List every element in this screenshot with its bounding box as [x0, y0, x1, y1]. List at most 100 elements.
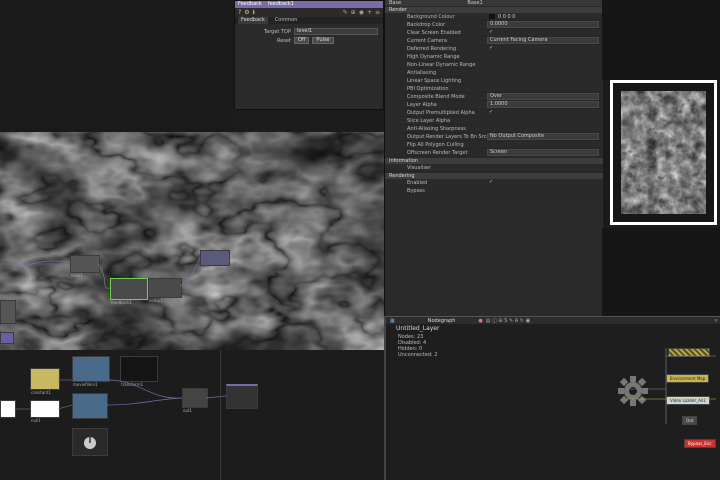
- parameter-name: Enabled: [407, 179, 428, 186]
- parameter-value[interactable]: [487, 70, 599, 75]
- parameter-value[interactable]: 0 0 0 0: [487, 14, 599, 20]
- parameter-name: PBI Optimization: [407, 85, 449, 92]
- parameter-row: High Dynamic Range: [385, 53, 603, 61]
- layer-title: Untitled_Layer: [396, 325, 440, 332]
- tab-nodegraph[interactable]: Nodegraph: [428, 318, 456, 324]
- parameter-value[interactable]: [487, 126, 599, 131]
- graph-stats: Nodes: 23 Disabled: 4 Hidden: 0 Unconnec…: [398, 334, 437, 358]
- parameter-value[interactable]: ✓: [487, 110, 599, 115]
- parameter-name: Offscreen Render Target: [407, 149, 468, 156]
- help-icon[interactable]: ?: [238, 9, 241, 16]
- pencil-icon[interactable]: ✎: [343, 9, 348, 16]
- parameter-name: Current Camera: [407, 37, 447, 44]
- parameter-value[interactable]: 1.0000: [487, 101, 599, 108]
- dialog-title-bar[interactable]: Feedback feedback1: [235, 1, 383, 8]
- render-parameters-panel: Base Base1 Render Background Colour 0 0 0 …: [384, 0, 603, 316]
- parameter-name: Deferred Rendering: [407, 45, 457, 52]
- tab-feedback[interactable]: Feedback: [238, 17, 268, 24]
- reset-label: Reset: [277, 37, 291, 44]
- expand-icon[interactable]: ⊕: [351, 9, 356, 16]
- parameter-name: Composite Blend Mode: [407, 93, 465, 100]
- parameter-row: PBI Optimization: [385, 85, 603, 93]
- parameter-name: Visualiser: [407, 164, 432, 171]
- parameter-row: Flip All Polygon Culling: [385, 141, 603, 149]
- parameter-row: Composite Blend Mode Over: [385, 93, 603, 101]
- parameter-value[interactable]: Screen: [487, 149, 599, 156]
- parameter-value[interactable]: [487, 188, 599, 193]
- parameter-row: Non-Linear Dynamic Range: [385, 61, 603, 69]
- parameter-name: Slice Layer Alpha: [407, 117, 451, 124]
- op-name-label: feedback1: [267, 1, 294, 7]
- add-icon[interactable]: +: [367, 9, 372, 16]
- color-swatch[interactable]: [489, 14, 495, 19]
- eye-icon[interactable]: ◉: [359, 9, 364, 16]
- parameter-value[interactable]: ✓: [487, 30, 599, 35]
- parameter-name: Background Colour: [407, 13, 455, 20]
- record-icon[interactable]: ●: [478, 318, 482, 324]
- tab-common[interactable]: Common: [272, 17, 301, 24]
- thumbnail-image: [613, 83, 714, 222]
- graph-icon[interactable]: ▦: [390, 318, 395, 324]
- target-top-row: Target TOP level1: [235, 27, 383, 36]
- parameter-value[interactable]: [487, 62, 599, 67]
- parameter-name: Flip All Polygon Culling: [407, 141, 464, 148]
- panel-sections: Render Background Colour 0 0 0 0 Backdrop C…: [385, 7, 603, 195]
- nodegraph-toolbar: ▦ Nodegraph ● ▤ ◫ ⊞ S ✎ A ↻ ▣ ✕: [386, 316, 720, 324]
- parameter-name: Output Premultiplied Alpha: [407, 109, 475, 116]
- parameter-value[interactable]: [487, 54, 599, 59]
- panel-header: Base Base1: [385, 0, 603, 6]
- parameter-row: Deferred Rendering ✓: [385, 45, 603, 53]
- vertical-guide: [220, 350, 221, 480]
- bottom-wires: [14, 379, 227, 410]
- target-top-label: Target TOP: [263, 28, 291, 35]
- parameter-name: Linear Space Lighting: [407, 77, 462, 84]
- parameter-name: Layer Alpha: [407, 101, 437, 108]
- parameter-row: Linear Space Lighting: [385, 77, 603, 85]
- viewer-gutter-top: [602, 0, 720, 80]
- parameter-row: Bypass: [385, 187, 603, 195]
- parameter-value[interactable]: [487, 78, 599, 83]
- parameter-value[interactable]: ✓: [487, 46, 599, 51]
- parameter-row: Slice Layer Alpha: [385, 117, 603, 125]
- parameter-row: Clear Screen Enabled ✓: [385, 29, 603, 37]
- header-right: Base1: [467, 0, 483, 6]
- more-icon[interactable]: ≡: [375, 9, 380, 16]
- parameter-row: Backdrop Color 0.0000: [385, 21, 603, 29]
- parameter-row: Output Render Layers To Bn Srcs No Output…: [385, 133, 603, 141]
- cook-icon[interactable]: ⚙: [244, 9, 249, 16]
- parameter-value[interactable]: [487, 165, 599, 170]
- parameter-value[interactable]: 0.0000: [487, 21, 599, 28]
- stat-unconnected: Unconnected: 2: [398, 352, 438, 358]
- parameter-name: Bypass: [407, 187, 425, 194]
- viewer-gutter-bottom: [602, 228, 720, 316]
- parameter-value[interactable]: ✓: [487, 180, 599, 185]
- parameter-name: Backdrop Color: [407, 21, 446, 28]
- parameter-row: Background Colour 0 0 0 0: [385, 13, 603, 21]
- nodegraph-canvas[interactable]: Untitled_Layer Nodes: 23 Disabled: 4 Hid…: [386, 324, 720, 480]
- parameter-value[interactable]: [487, 142, 599, 147]
- color-value: 0 0 0 0: [498, 14, 516, 20]
- parameter-value[interactable]: No Output Composite: [487, 133, 599, 140]
- info-icon[interactable]: ℹ: [253, 9, 255, 16]
- tool-icons[interactable]: ▤ ◫ ⊞ S ✎ A ↻ ▣: [486, 318, 530, 324]
- network-editor-top[interactable]: [0, 0, 234, 132]
- parameter-name: Non-Linear Dynamic Range: [407, 61, 476, 68]
- parameter-row: Antialiasing: [385, 69, 603, 77]
- parameter-value[interactable]: Over: [487, 93, 599, 100]
- parameter-row: Layer Alpha 1.0000: [385, 101, 603, 109]
- parameter-row: Enabled ✓: [385, 179, 603, 187]
- parameter-value[interactable]: [487, 86, 599, 91]
- reset-toggle[interactable]: Off: [294, 37, 310, 44]
- dialog-toolbar: ? ⚙ ℹ ✎ ⊕ ◉ + ≡: [235, 8, 383, 17]
- parameter-name: Anti-Aliasing Sharpness: [407, 125, 466, 132]
- target-top-field[interactable]: level1: [294, 28, 378, 35]
- texture-thumbnail[interactable]: [610, 80, 717, 225]
- pane-divider[interactable]: [384, 316, 386, 480]
- pulse-button[interactable]: Pulse: [312, 37, 334, 44]
- parameter-row: Visualiser: [385, 164, 603, 172]
- parameter-value[interactable]: [487, 118, 599, 123]
- reset-row: Reset Off Pulse: [235, 36, 383, 45]
- close-icon[interactable]: ✕: [714, 318, 718, 324]
- op-type-label: Feedback: [238, 1, 262, 7]
- parameter-value[interactable]: Current Facing Camera: [487, 37, 599, 44]
